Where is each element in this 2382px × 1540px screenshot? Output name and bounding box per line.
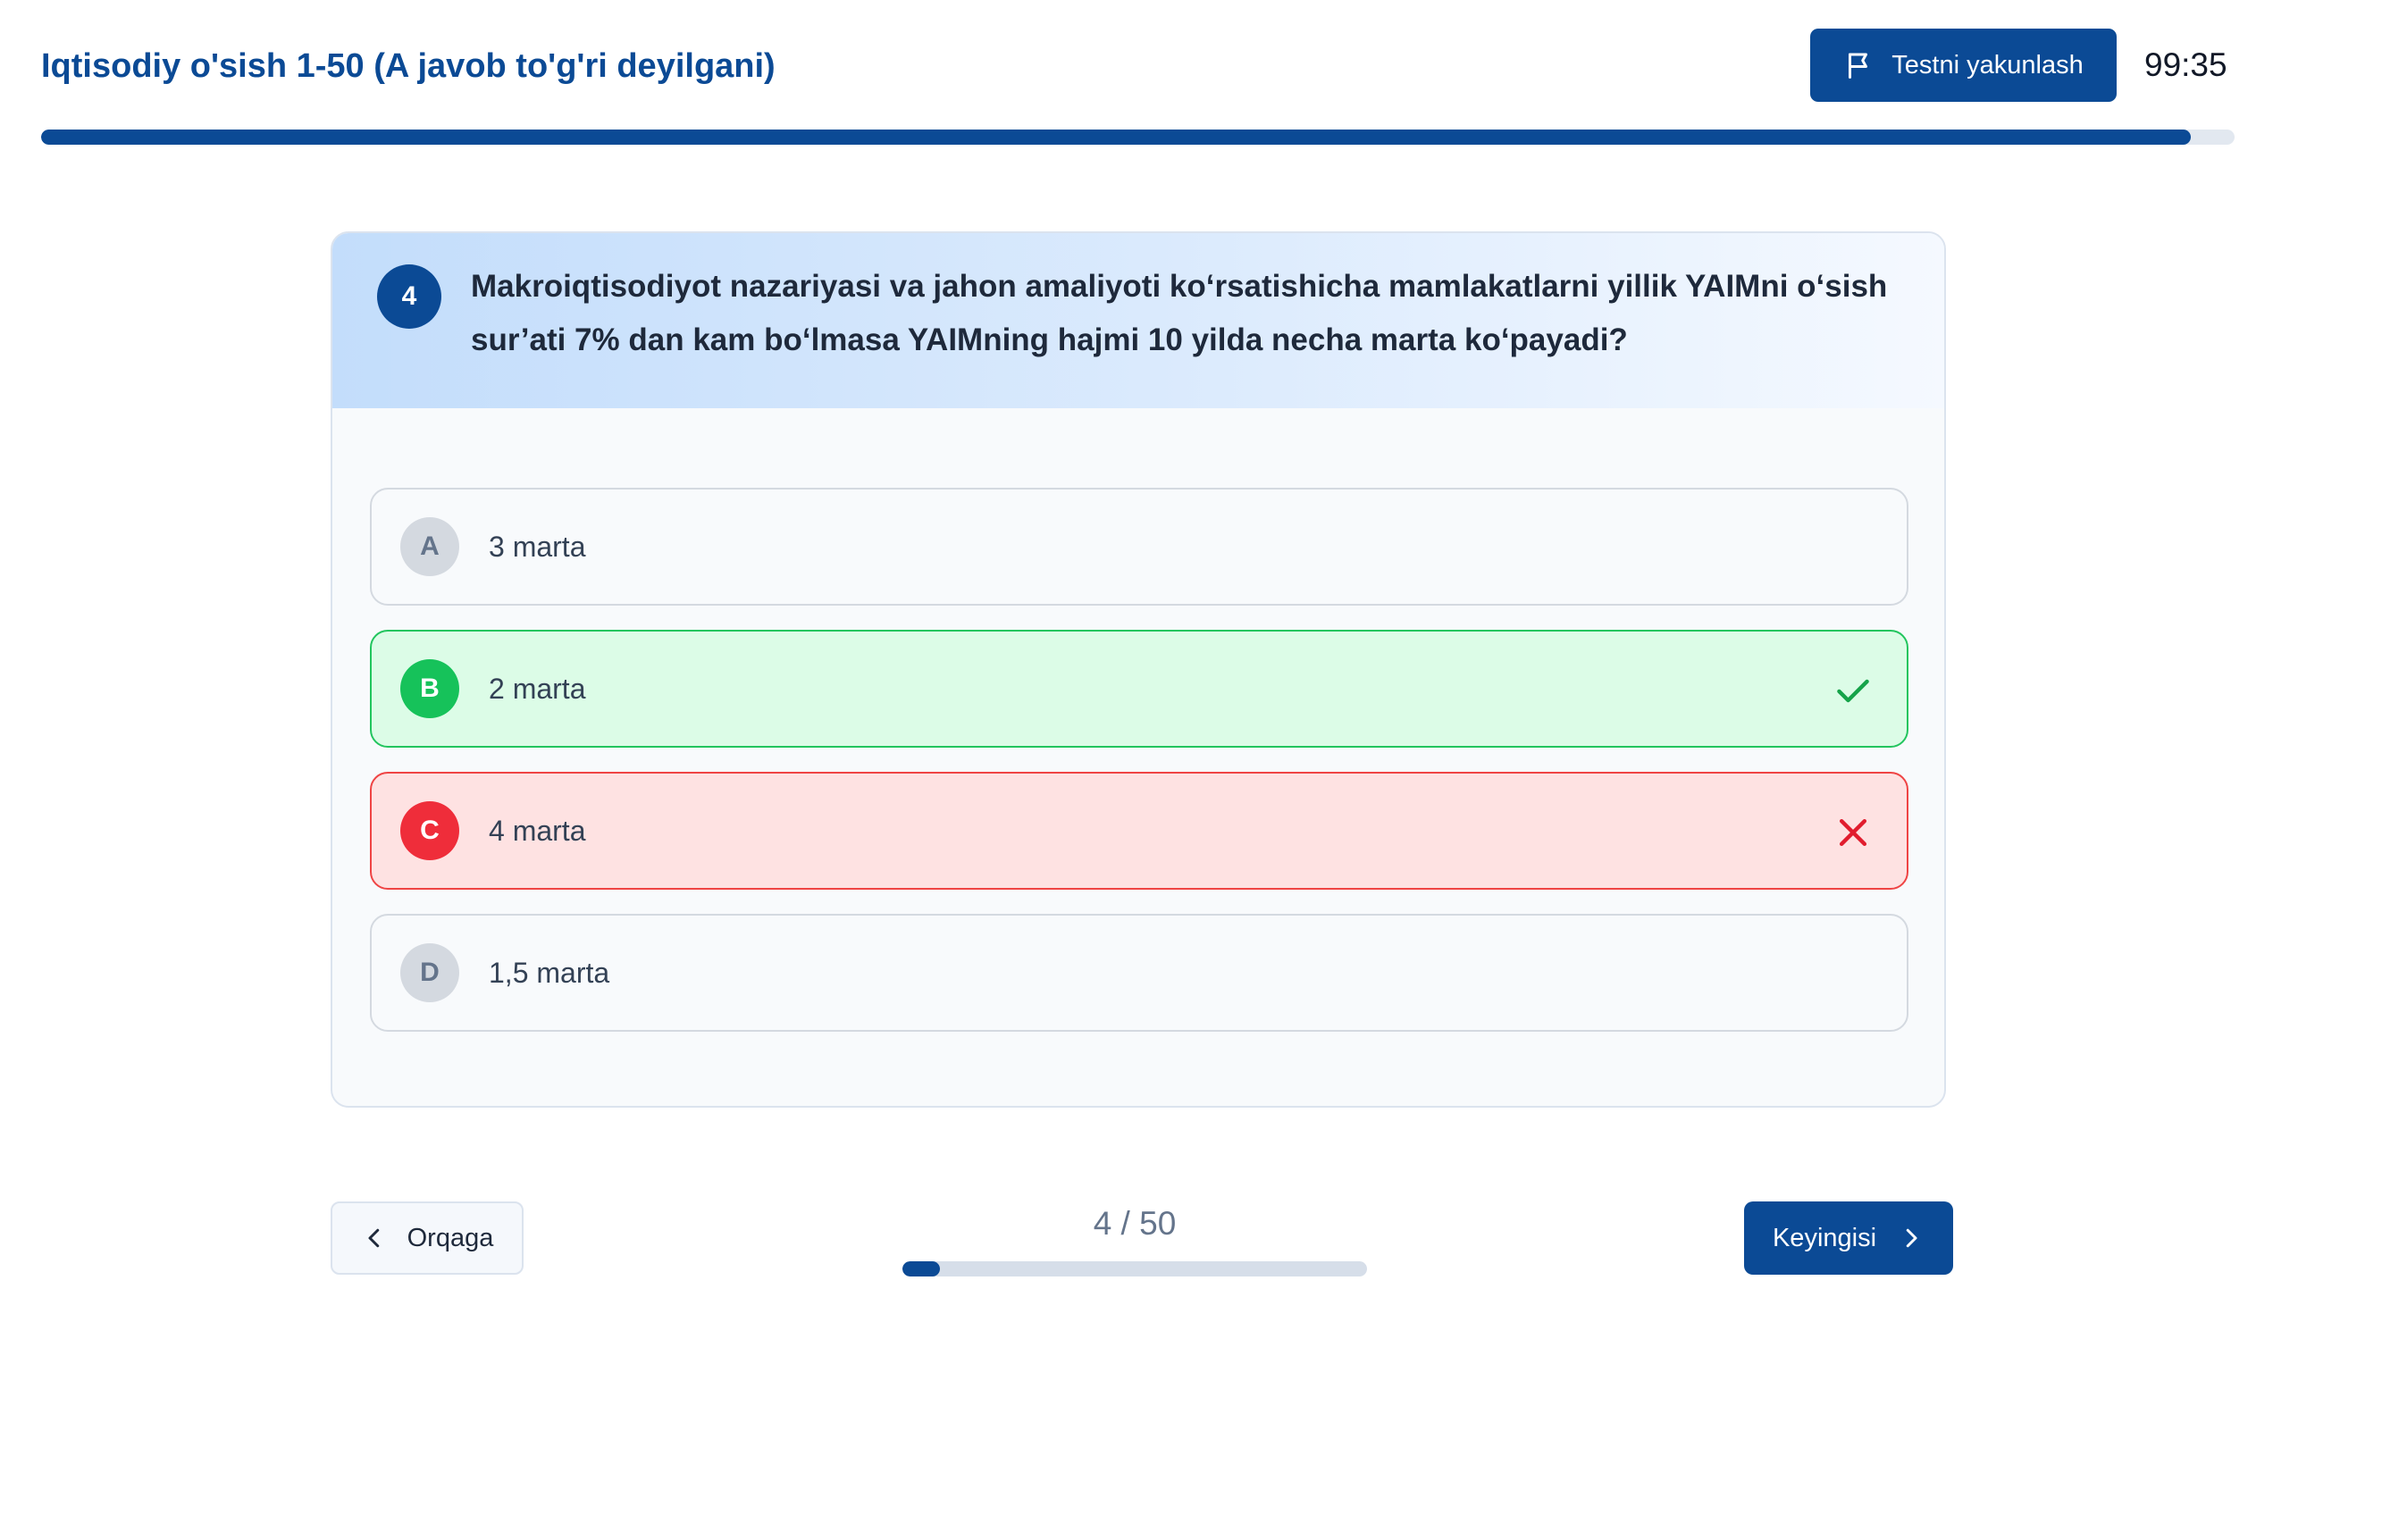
next-button[interactable]: Keyingisi (1744, 1201, 1953, 1275)
option-letter: C (400, 801, 459, 860)
flag-icon (1849, 53, 1868, 79)
option-c[interactable]: C 4 marta (370, 772, 1908, 890)
chevron-right-icon (1906, 1228, 1917, 1248)
question-header: 4 Makroiqtisodiyot nazariyasi va jahon a… (332, 233, 1944, 408)
test-progress-bar (41, 130, 2235, 145)
question-text: Makroiqtisodiyot nazariyasi va jahon ama… (471, 269, 1888, 357)
back-label: Orqaga (407, 1223, 494, 1252)
option-a[interactable]: A 3 marta (370, 488, 1908, 606)
back-button[interactable]: Orqaga (331, 1201, 524, 1275)
option-d[interactable]: D 1,5 marta (370, 914, 1908, 1032)
option-text: 2 marta (489, 672, 586, 705)
question-progress-bar (902, 1261, 1367, 1276)
finish-test-button[interactable]: Testni yakunlash (1810, 29, 2117, 102)
test-title: Iqtisodiy o'sish 1-50 (A javob to'g'ri d… (41, 47, 776, 85)
question-counter: 4 / 50 (1093, 1205, 1177, 1242)
next-label: Keyingisi (1772, 1223, 1877, 1252)
option-letter: D (400, 943, 459, 1002)
question-progress-fill (902, 1261, 940, 1276)
option-letter: A (400, 517, 459, 576)
option-text: 4 marta (489, 814, 586, 847)
option-letter: B (400, 659, 459, 718)
quiz-page: Iqtisodiy o'sish 1-50 (A javob to'g'ri d… (0, 0, 2382, 1540)
timer: 99:35 (2144, 46, 2227, 83)
option-text: 3 marta (489, 530, 586, 563)
finish-test-label: Testni yakunlash (1891, 50, 2084, 80)
option-b[interactable]: B 2 marta (370, 630, 1908, 748)
test-progress-fill (41, 130, 2191, 145)
chevron-left-icon (368, 1228, 379, 1248)
question-number-badge: 4 (377, 264, 441, 329)
option-text: 1,5 marta (489, 956, 610, 989)
x-icon (1839, 818, 1867, 847)
check-icon (1837, 679, 1869, 703)
question-card: 4 Makroiqtisodiyot nazariyasi va jahon a… (331, 231, 1946, 1108)
